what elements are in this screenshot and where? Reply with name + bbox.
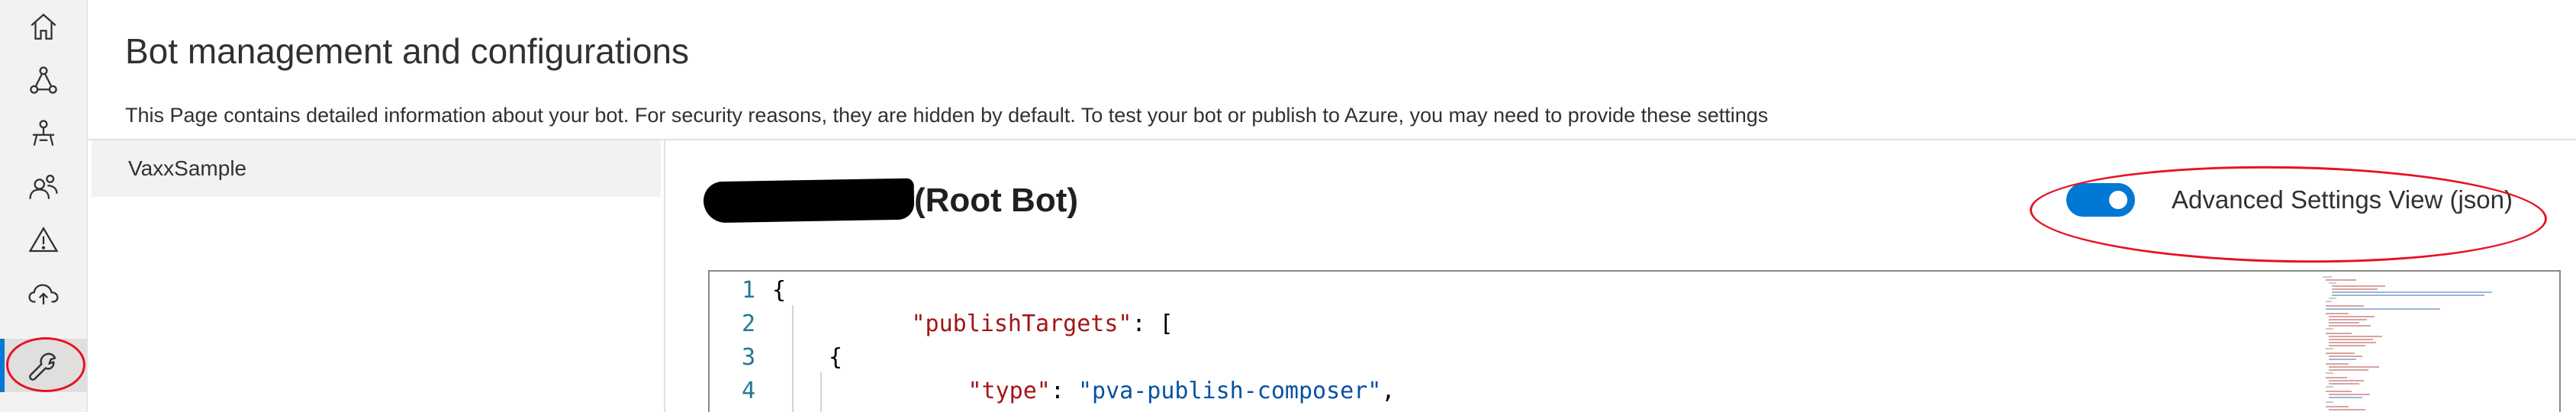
nav-item-publish[interactable] [0,267,87,320]
advanced-settings-toggle-label: Advanced Settings View (json) [2172,185,2513,214]
json-key: "publishTargets" [911,310,1132,337]
nav-item-home[interactable] [0,0,87,53]
nav-item-users[interactable] [0,160,87,214]
page-description: This Page contains detailed information … [125,104,1769,127]
home-icon [31,13,56,40]
code-line: 1 { [710,273,786,307]
test-icon [33,120,54,146]
line-number: 1 [741,276,755,304]
cloud-upload-icon [28,284,59,304]
page-title: Bot management and configurations [125,31,690,71]
code-line: 2 "publishTargets": [ [710,307,1174,340]
bot-title: (Root Bot) [703,178,1079,224]
bot-title-suffix: (Root Bot) [914,182,1079,219]
redacted-bot-name [703,178,915,224]
json-value: "pva-publish-composer" [1078,377,1382,404]
nav-item-settings[interactable] [0,339,87,392]
nav-item-test[interactable] [0,107,87,160]
warning-icon [28,227,59,253]
line-number: 4 [741,377,755,404]
code-line: 3 { [710,340,842,374]
users-icon [29,174,58,199]
code-text: { [772,276,787,304]
advanced-settings-toggle-group: Advanced Settings View (json) [2066,183,2513,217]
code-line: 4 "type": "pva-publish-composer", [710,374,1395,407]
nav-item-design[interactable] [0,53,87,107]
app-window: Bot management and configurations This P… [0,0,2576,412]
bot-list: VaxxSample [92,140,661,412]
code-punct: : [ [1132,310,1174,337]
panel-divider [664,140,665,412]
json-key: "type" [968,377,1051,404]
editor-minimap[interactable] [2320,272,2495,412]
code-punct: , [1381,377,1396,404]
json-editor[interactable]: 1 { 2 "publishTargets": [ 3 { 4 "type": … [708,270,2561,412]
wrench-icon [29,352,56,381]
code-punct: : [1050,377,1078,404]
code-text: { [829,343,843,371]
bot-design-icon [30,66,57,94]
bot-list-item-label: VaxxSample [128,156,247,180]
line-number: 3 [741,343,755,371]
bot-list-item[interactable]: VaxxSample [92,140,661,197]
advanced-settings-toggle[interactable] [2066,183,2135,217]
nav-item-diagnostics[interactable] [0,214,87,267]
nav-rail [0,0,88,412]
line-number: 2 [741,310,755,337]
